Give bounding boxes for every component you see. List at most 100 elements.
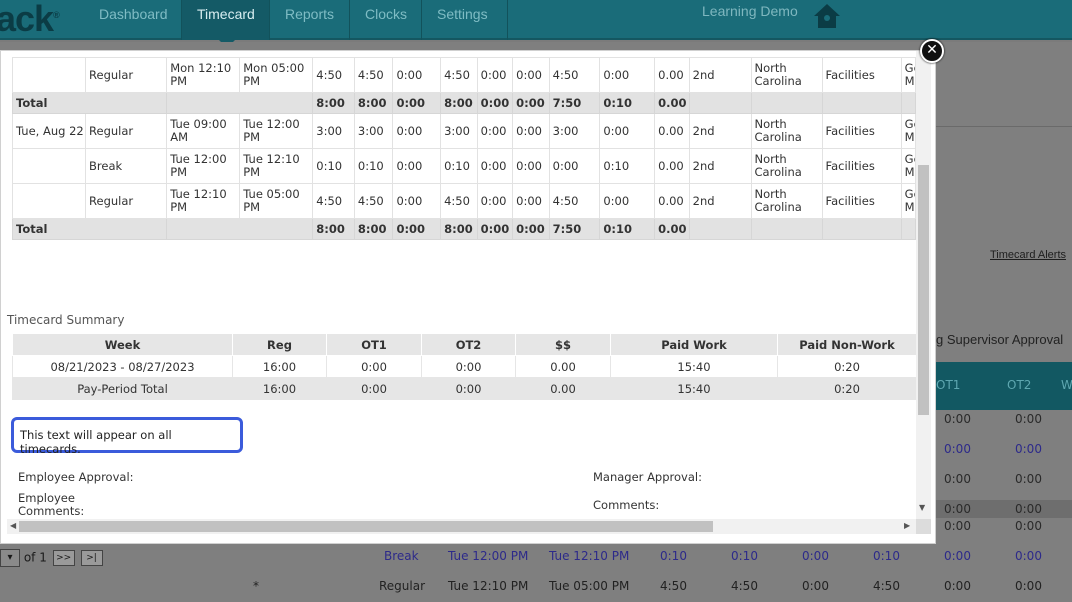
start-time-cell: Tue 09:00 AM [166, 113, 241, 149]
summary-cell: 08/21/2023 - 08/27/2023 [12, 355, 233, 378]
tab-reports[interactable]: Reports [270, 0, 350, 40]
tab-settings[interactable]: Settings [422, 0, 508, 40]
bg-value: 0:00 [944, 442, 971, 456]
row-value: 4:50 [731, 579, 758, 593]
vertical-scroll-thumb[interactable] [918, 165, 929, 415]
summary-cell: 15:40 [610, 355, 778, 378]
date-cell [11, 183, 87, 219]
empty-cell [166, 92, 314, 114]
summary-cell: Pay-Period Total [12, 377, 233, 400]
scroll-down-arrow[interactable]: ▼ [919, 503, 925, 512]
home-icon[interactable] [812, 1, 842, 31]
empty-cell [900, 92, 917, 114]
shift-cell: 2nd [688, 57, 752, 93]
hours-cell: 0:00 [512, 183, 550, 219]
summary-col-week: Week [12, 333, 233, 356]
row-value: 4:50 [873, 579, 900, 593]
timecard-summary-title: Timecard Summary [7, 313, 125, 327]
summary-col-ot2: OT2 [421, 333, 516, 356]
hours-cell: 4:50 [353, 57, 394, 93]
hours-cell: 0:00 [392, 148, 442, 184]
bg-value: 0:00 [1015, 442, 1042, 456]
vertical-scrollbar[interactable]: ▼ [916, 51, 931, 519]
app-logo[interactable]: ack® [0, 0, 60, 40]
punch-row: Regular Tue 12:10 PM Tue 05:00 PM 4:50 4:50 0… [11, 183, 917, 219]
hours-cell: 0:00 [512, 92, 550, 114]
summary-col-paid-non-work: Paid Non-Work [777, 333, 917, 356]
location-cell: North Carolina [750, 57, 823, 93]
divider [936, 126, 1072, 127]
scroll-left-arrow[interactable]: ◀ [10, 521, 16, 530]
summary-col-paid-work: Paid Work [610, 333, 778, 356]
tab-dashboard[interactable]: Dashboard [84, 0, 182, 40]
summary-col-dollars: $$ [515, 333, 611, 356]
punch-type-cell: Regular [85, 57, 168, 93]
hours-cell: 0:10 [440, 148, 478, 184]
page-select[interactable]: ▾ [0, 549, 20, 567]
punch-type-cell: Break [85, 148, 168, 184]
hours-cell: 0:10 [599, 148, 656, 184]
next-page-button[interactable]: >> [52, 550, 75, 566]
shift-cell: 2nd [688, 183, 752, 219]
summary-cell: 16:00 [232, 377, 327, 400]
department-cell: Facilities [821, 183, 902, 219]
date-cell: Tue, Aug 22 [11, 113, 87, 149]
close-modal-button[interactable]: ✕ [920, 39, 944, 63]
timecard-note: This text will appear on all timecards. [11, 417, 243, 456]
hours-cell: 8:00 [312, 92, 355, 114]
hours-cell: 0:00 [476, 183, 514, 219]
hours-cell: 0:00 [476, 148, 514, 184]
hours-cell: 7:50 [548, 92, 601, 114]
scroll-right-arrow[interactable]: ▶ [904, 521, 910, 530]
hours-cell: 0:00 [512, 57, 550, 93]
hours-cell: 3:00 [353, 113, 394, 149]
end-time-cell: Mon 05:00 PM [239, 57, 314, 93]
summary-header-row: Week Reg OT1 OT2 $$ Paid Work Paid Non-W… [12, 333, 917, 356]
hours-cell: 0.00 [654, 148, 690, 184]
hours-cell: 3:00 [312, 113, 355, 149]
bg-value: 0:00 [1015, 502, 1042, 516]
hours-cell: 0:00 [476, 218, 514, 240]
row-value: 0:00 [944, 549, 971, 563]
tab-timecard[interactable]: Timecard [182, 0, 270, 40]
bg-value: 0:00 [944, 502, 971, 516]
horizontal-scrollbar[interactable]: ◀ ▶ [7, 519, 916, 534]
hours-cell: 8:00 [312, 218, 355, 240]
timecard-alerts-link[interactable]: Timecard Alerts [990, 249, 1066, 261]
timecard-modal: Regular Mon 12:10 PM Mon 05:00 PM 4:50 4:50 0… [0, 50, 936, 544]
timecard-detail-table: Regular Mon 12:10 PM Mon 05:00 PM 4:50 4:50 0… [11, 57, 917, 240]
end-time-cell: Tue 05:00 PM [239, 183, 314, 219]
summary-cell: 0:20 [777, 355, 917, 378]
department-cell: Facilities [821, 148, 902, 184]
department-cell: Facilities [821, 113, 902, 149]
summary-cell: 0:00 [421, 377, 516, 400]
hours-cell: 4:50 [548, 183, 601, 219]
hours-cell: 0:00 [392, 92, 442, 114]
last-page-button[interactable]: >| [80, 550, 103, 566]
hours-cell: 0:10 [599, 92, 656, 114]
tab-clocks[interactable]: Clocks [350, 0, 422, 40]
background-row: * Regular Tue 12:10 PM Tue 05:00 PM 4:50… [250, 572, 1042, 602]
summary-cell: 0:00 [421, 355, 516, 378]
extra-cell: Ge M [900, 57, 917, 93]
hours-cell: 3:00 [548, 113, 601, 149]
row-value: 0:10 [731, 549, 758, 563]
top-navigation-bar: ack® Dashboard Timecard Reports Clocks S… [0, 0, 1072, 40]
hours-cell: 0:00 [512, 218, 550, 240]
start-time-cell: Tue 12:00 PM [166, 148, 241, 184]
hours-cell: 4:50 [440, 57, 478, 93]
col-w: W [1061, 378, 1072, 392]
location-cell: North Carolina [750, 113, 823, 149]
row-value: 4:50 [660, 579, 687, 593]
summary-cell: 0:20 [777, 377, 917, 400]
pagination: ▾ of 1 >> >| [0, 549, 103, 567]
manager-approval-label: Manager Approval: [593, 470, 702, 484]
horizontal-scroll-thumb[interactable] [19, 521, 713, 532]
hours-cell: 0:00 [599, 57, 656, 93]
start-time-cell: Tue 12:10 PM [166, 183, 241, 219]
hours-cell: 0:00 [392, 57, 442, 93]
date-cell [11, 148, 87, 184]
empty-cell [821, 218, 902, 240]
date-cell [11, 57, 87, 93]
shift-cell: 2nd [688, 148, 752, 184]
